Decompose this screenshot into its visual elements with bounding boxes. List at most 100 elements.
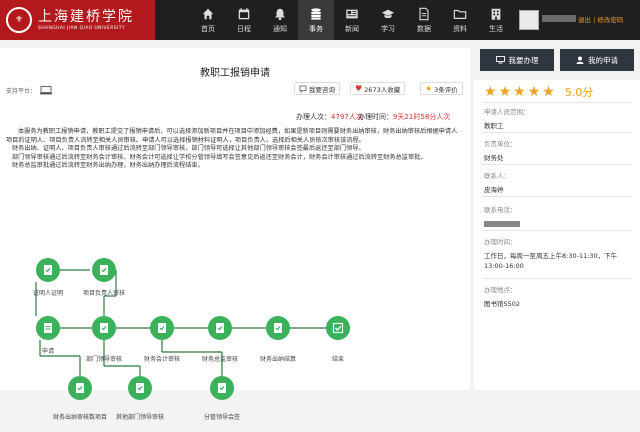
phone-redacted [484,221,520,227]
flow-node-project-lead [92,258,116,282]
chat-bubble-icon [299,85,307,93]
flow-node-vice-lead [210,376,234,400]
document-check-icon [218,383,226,393]
divider [482,164,632,165]
flow-node-cashier-settle [266,316,290,340]
field-responsible-unit: 负责单位： 财务处 [484,140,517,162]
nav-item-schedule[interactable]: 日程 [226,0,262,40]
school-logo[interactable]: ⚜ 上海建桥学院 SHANGHAI JIAN QIAO UNIVERSITY [0,0,155,40]
school-seal-icon: ⚜ [6,7,32,33]
nav-item-materials[interactable]: 资料 [442,0,478,40]
nav-item-affairs[interactable]: 事务 [298,0,334,40]
folder-icon [453,9,467,19]
flow-connectors [35,269,326,376]
nav-item-news[interactable]: 新闻 [334,0,370,40]
divider [482,278,632,279]
graduation-cap-icon [381,9,395,18]
nav-item-study[interactable]: 学习 [370,0,406,40]
divider [482,102,632,103]
support-platform: 支持平台： [6,86,53,95]
flow-node-witness [36,258,60,282]
flow-label-project-lead: 项目负责人审核 [82,290,126,297]
star-icon: ★ [425,84,433,93]
flow-node-accountant [150,316,174,340]
flow-node-cashier-review [68,376,92,400]
nav-item-life[interactable]: 生活 [478,0,514,40]
document-icon [44,323,52,333]
divider [482,132,632,133]
document-check-icon [76,383,84,393]
nav-item-data[interactable]: 数据 [406,0,442,40]
document-check-icon [216,323,224,333]
field-contact-person: 联系人： 皮海婷 [484,172,510,194]
home-icon [202,8,214,19]
divider [482,230,632,231]
main-nav: 首页 日程 通知 事务 新闻 学习 数据 资料 生活 [190,0,514,40]
flow-node-end [326,316,350,340]
calendar-icon [238,7,250,19]
flow-node-apply [36,316,60,340]
consult-button[interactable]: 我要咨询 [294,82,340,95]
nav-item-home[interactable]: 首页 [190,0,226,40]
field-applicant-scope: 申请人员范围： 教职工 [484,108,530,130]
processing-time: 办理时间：9天21时58分人次 [358,113,451,121]
document-check-icon [100,265,108,275]
document-check-icon [100,323,108,333]
school-name-cn: 上海建桥学院 [38,9,134,25]
star-icon: ★ [484,84,497,100]
my-tasks-button[interactable]: 我要办理 [480,49,554,71]
bell-icon [275,8,285,20]
service-info-panel: ★ ★ ★ ★ ★ 5.0分 申请人员范围： 教职工 负责单位： 财务处 联系人… [474,80,640,390]
processing-time-value: 9天21时58分人次 [393,113,451,121]
star-icon: ★ [498,84,512,100]
reviews-button[interactable]: ★ 3条评价 [420,82,463,95]
flow-label-witness: 证明人证明 [32,290,64,297]
check-box-icon [332,322,344,334]
rating-score: 5.0分 [564,86,594,99]
nav-item-notice[interactable]: 通知 [262,0,298,40]
desktop-icon [40,86,53,95]
divider [482,196,632,197]
flow-label-other-dept: 其他部门领导审核 [115,414,165,421]
process-flow-diagram: 证明人证明 项目负责人审核 申请 部门领导审核 财务会计审核 财务总监审核 财务… [0,246,470,432]
support-platform-label: 支持平台： [6,88,37,95]
logout-link[interactable]: 退出 [578,16,591,24]
favorite-button[interactable]: ♥ 2673人收藏 [350,82,406,95]
service-detail-panel: 教职工报销申请 支持平台： 我要咨询 ♥ 2673人收藏 ★ 3条评价 办理人次… [0,48,470,421]
flow-node-dept-lead [92,316,116,340]
avatar[interactable] [519,10,539,30]
field-location: 办理地点： 图书馆S502 [484,286,521,308]
document-check-icon [136,383,144,393]
flow-node-finance-director [208,316,232,340]
field-office-hours: 办理时间： 工作日，每周一至周五上午8:30-11:30，下午13:00-16:… [484,238,618,270]
flow-node-other-dept [128,376,152,400]
heart-icon: ♥ [355,84,363,93]
change-password-link[interactable]: 修改密码 [597,16,623,24]
flow-label-accountant: 财务会计审核 [143,356,181,363]
user-links: 退出 | 修改密码 [578,14,623,24]
page-title: 教职工报销申请 [200,68,270,79]
service-description: 本服务为教职工报销申请，教职工提交了报销申请后，可以选择添加新项目并在项目中添加… [6,128,458,169]
document-check-icon [44,265,52,275]
flow-label-apply: 申请 [41,348,55,355]
flow-label-finance-director: 财务总监审核 [201,356,239,363]
rating-stars: ★ ★ ★ ★ ★ 5.0分 [484,84,593,100]
link-separator: | [593,16,596,24]
flow-label-vice-lead: 分管领导会签 [203,414,241,421]
star-icon: ★ [527,84,541,100]
document-icon [419,7,429,20]
flow-label-cashier-settle: 财务出纳结算 [259,356,297,363]
flow-label-dept-lead: 部门领导审核 [85,356,123,363]
my-applications-button[interactable]: 我的申请 [560,49,634,71]
top-navigation-bar: ⚜ 上海建桥学院 SHANGHAI JIAN QIAO UNIVERSITY 首… [0,0,640,40]
field-contact-phone: 联系电话： [484,204,520,229]
flow-label-end: 结束 [331,356,345,363]
document-check-icon [158,323,166,333]
flow-label-cashier-review: 财务出纳审核数项目 [52,414,108,421]
star-icon: ★ [513,84,526,100]
user-name-redacted [542,15,576,22]
user-icon [576,56,584,64]
star-icon: ★ [542,84,555,100]
building-icon [491,8,501,20]
database-icon [311,7,321,20]
